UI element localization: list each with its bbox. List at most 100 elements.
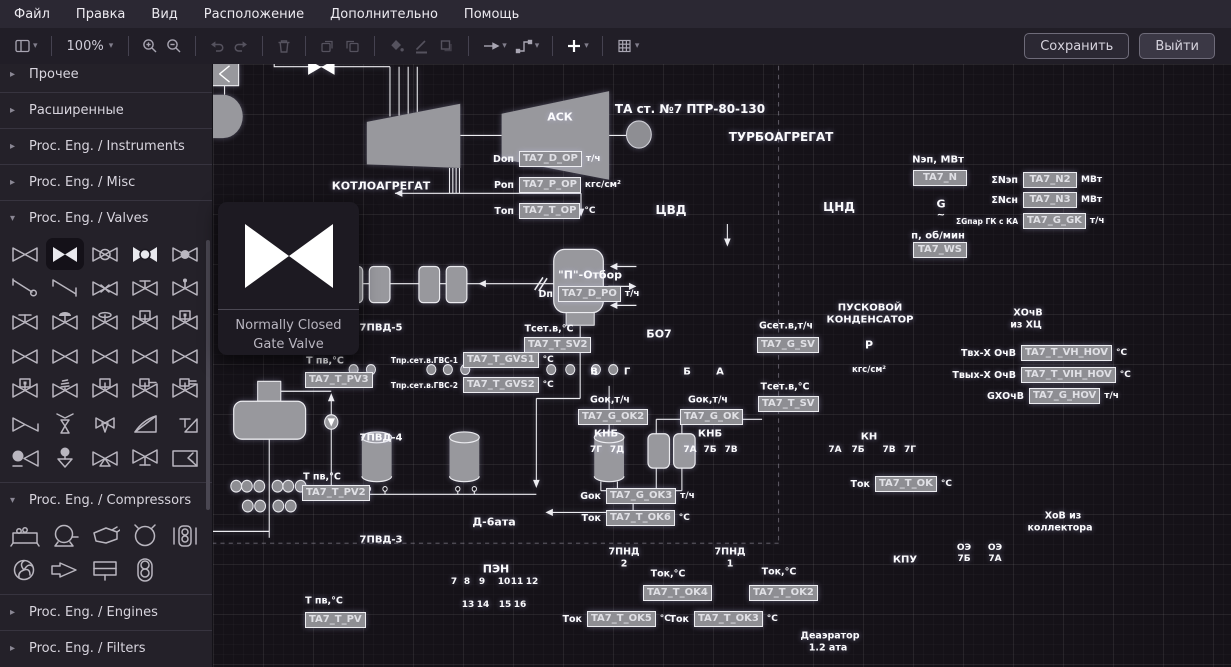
needle-valve-icon[interactable] [126,272,164,304]
centrifugal-compressor-icon[interactable] [46,520,84,552]
pneumatic-valve-icon[interactable] [126,374,164,406]
sidebar-section-proc-eng-compressors[interactable]: ▾Proc. Eng. / Compressors [0,483,212,518]
float-valve-icon[interactable] [6,442,44,474]
tag-value-box[interactable]: TA7_G_OK2 [578,409,648,425]
powered-valve-icon[interactable] [6,374,44,406]
tag-value-box[interactable]: TA7_T_SV2 [524,337,591,353]
tag-value-box[interactable]: TA7_D_OP [519,151,582,167]
arrow-style-icon[interactable]: ▾ [478,35,511,57]
globe-valve-icon[interactable] [86,238,124,270]
reciprocating-compressor-icon[interactable] [6,520,44,552]
centrifugal-compressor-2-icon[interactable] [126,520,164,552]
fan-icon[interactable] [6,554,44,586]
sidebar-section-proc-eng-instruments[interactable]: ▸Proc. Eng. / Instruments [0,129,212,164]
diagram-canvas[interactable]: ТА ст. №7 ПТР-80-130ТУРБОАГРЕГАТАСККОТЛО… [213,64,1231,667]
to-back-icon[interactable] [340,35,365,57]
delete-icon[interactable] [272,35,296,57]
table-icon[interactable]: ▾ [612,35,644,57]
wedge-gate-valve-icon[interactable] [46,340,84,372]
exit-button[interactable]: Выйти [1139,33,1215,59]
connector-style-icon[interactable]: ▾ [511,35,544,57]
pressure-reducing-valve-icon[interactable] [46,408,84,440]
double-disc-valve-icon[interactable] [166,340,204,372]
menu-item[interactable]: Файл [14,7,50,22]
tag-value-box[interactable]: TA7_T_SV [758,396,819,412]
three-way-valve-icon[interactable] [86,442,124,474]
normally-closed-globe-valve-icon[interactable] [126,238,164,270]
tag-value-box[interactable]: TA7_T_OK3 [694,611,763,627]
sidebar-section-proc-eng-filters[interactable]: ▸Proc. Eng. / Filters [0,631,212,666]
tag-value-box[interactable]: TA7_T_VH_HOV [1021,345,1112,361]
motor-valve-icon[interactable] [126,306,164,338]
parallel-slide-valve-icon[interactable] [126,340,164,372]
knife-valve-icon[interactable] [86,340,124,372]
tag-value-box[interactable]: TA7_T_GVS1 [463,352,539,368]
tag-value-box[interactable]: TA7_T_PV2 [302,485,370,501]
check-valve-icon[interactable] [6,272,44,304]
sidebar-section-proc-eng-misc[interactable]: ▸Proc. Eng. / Misc [0,165,212,200]
hydraulic-valve-icon[interactable] [166,374,204,406]
tag-value-box[interactable]: TA7_D_PO [558,286,621,302]
tee-head-valve-icon[interactable] [6,306,44,338]
insert-icon[interactable]: ▾ [562,35,593,57]
sidebar-scrollbar[interactable] [206,240,210,510]
butterfly-head-valve-icon[interactable] [86,306,124,338]
redo-icon[interactable] [229,35,253,57]
menu-item[interactable]: Расположение [204,7,304,22]
slide-valve-icon[interactable] [6,408,44,440]
gate-valve-2-icon[interactable] [6,340,44,372]
tag-value-box[interactable]: TA7_N2 [1023,172,1077,188]
tag-value-box[interactable]: TA7_T_GVS2 [463,377,539,393]
tag-value-box[interactable]: TA7_T_OP [519,203,580,219]
menu-item[interactable]: Помощь [464,7,519,22]
tee-bottom-valve-icon[interactable] [126,442,164,474]
tag-value-box[interactable]: TA7_P_OP [519,177,581,193]
sidebar-section-proc-eng-valves[interactable]: ▾Proc. Eng. / Valves [0,201,212,236]
gate-valve-icon[interactable] [6,238,44,270]
menu-item[interactable]: Вид [151,7,177,22]
diaphragm-compressor-icon[interactable] [166,520,204,552]
to-front-icon[interactable] [315,35,340,57]
line-color-icon[interactable] [409,35,434,57]
solenoid-valve-icon[interactable] [86,374,124,406]
actuated-valve-icon[interactable] [166,306,204,338]
shape-palette-sidebar[interactable]: ▸Прочее▸Расширенные▸Proc. Eng. / Instrum… [0,64,213,667]
tag-value-box[interactable]: TA7_T_OK4 [643,585,712,601]
tag-value-box[interactable]: TA7_WS [913,242,967,258]
zoom-out-icon[interactable] [162,35,186,57]
diaphragm-valve-icon[interactable] [46,306,84,338]
sidebar-section-расширенные[interactable]: ▸Расширенные [0,93,212,128]
stem-ball-valve-icon[interactable] [166,272,204,304]
fill-color-icon[interactable] [384,35,409,57]
ball-valve-icon[interactable] [166,238,204,270]
angle-valve-icon[interactable] [166,408,204,440]
menu-item[interactable]: Дополнительно [330,7,438,22]
undo-icon[interactable] [205,35,229,57]
small-cross-valve-icon[interactable] [86,408,124,440]
spring-valve-icon[interactable] [46,374,84,406]
normally-closed-gate-valve-icon[interactable] [46,238,84,270]
ejector-icon[interactable] [46,554,84,586]
tag-value-box[interactable]: TA7_G_SV [757,337,819,353]
relief-valve-icon[interactable] [126,408,164,440]
tag-value-box[interactable]: TA7_T_PV3 [305,372,373,388]
sidebar-section-proc-eng-engines[interactable]: ▸Proc. Eng. / Engines [0,595,212,630]
tag-value-box[interactable]: TA7_N [913,170,967,186]
tag-value-box[interactable]: TA7_G_HOV [1029,388,1100,404]
tag-value-box[interactable]: TA7_N3 [1023,192,1077,208]
tag-value-box[interactable]: TA7_T_OK5 [587,611,656,627]
menu-item[interactable]: Правка [76,7,125,22]
tag-value-box[interactable]: TA7_G_OK [680,409,743,425]
compressor-box-icon[interactable] [86,554,124,586]
ball-float-valve-icon[interactable] [46,442,84,474]
tag-value-box[interactable]: TA7_T_OK6 [606,510,675,526]
tag-value-box[interactable]: TA7_T_VIH_HOV [1021,367,1116,383]
sidebar-section-прочее[interactable]: ▸Прочее [0,64,212,92]
tag-value-box[interactable]: TA7_G_GK [1023,213,1086,229]
zoom-level-select[interactable]: 100% ▾ [61,37,120,56]
save-button[interactable]: Сохранить [1024,33,1129,59]
zoom-in-icon[interactable] [138,35,162,57]
swing-check-valve-icon[interactable] [46,272,84,304]
self-draining-valve-icon[interactable] [166,442,204,474]
cross-valve-icon[interactable] [86,272,124,304]
